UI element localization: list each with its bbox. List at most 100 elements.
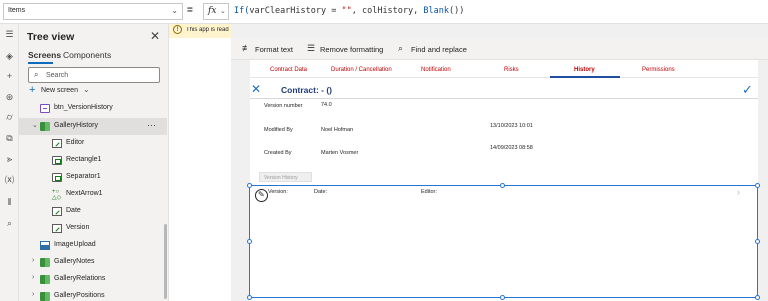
equals-sign: = [187,5,193,16]
database-icon[interactable]: ⌭ [3,111,16,124]
chevron-right-icon[interactable]: › [32,274,34,281]
resize-handle[interactable] [500,295,505,300]
format-text-icon: ≢ [242,43,251,53]
tree-node-date[interactable]: Date [19,203,167,220]
tree-node-galleryrelations[interactable]: › GalleryRelations [19,271,167,288]
formula-input[interactable]: If(varClearHistory = "", colHistory, Bla… [234,6,464,16]
fx-button[interactable]: fx ⌄ [203,3,229,20]
tab-notification[interactable]: Notification [421,67,451,73]
contract-title: Contract: - () [281,85,332,95]
tree-node-gallerynotes[interactable]: › GalleryNotes [19,254,167,271]
edit-template-icon[interactable]: ✎ [255,189,268,202]
tab-components[interactable]: Components [63,50,111,60]
left-rail: ☰ ◈ + ⊛ ⌭ ⧉ ⪢ ⒳ ⦀ ⌕ [0,24,19,301]
tab-risks[interactable]: Risks [504,67,519,73]
active-tab-indicator [550,76,620,78]
version-history-label: Version History [264,175,298,181]
power-automate-icon[interactable]: ⪢ [3,153,16,166]
tab-duration-cancellation[interactable]: Duration / Cancellation [331,67,392,73]
chevron-down-icon: ⌄ [83,85,90,94]
close-icon[interactable]: ✕ [150,29,160,43]
property-dropdown[interactable]: Items ⌄ [3,3,183,20]
format-text-label: Format text [255,45,293,54]
gallery-version-label: Version: [268,189,288,195]
resize-handle[interactable] [755,239,760,244]
tree-node-label: Date [66,207,81,214]
gallery-icon [40,292,50,301]
warning-text: This app is read [186,27,229,33]
tree-node-label: Rectangle1 [66,156,102,163]
chevron-right-icon[interactable]: › [32,257,34,264]
resize-handle[interactable] [247,239,252,244]
tree-view-title: Tree view [27,31,75,43]
tree-node-label: Version [66,224,90,231]
tree-node-separator1[interactable]: Separator1 [19,169,167,186]
tree-view-icon[interactable]: ☰ [3,28,16,41]
fx-label: fx [208,6,217,16]
formula-token: varClearHistory = [249,6,342,16]
gallery-history[interactable]: Version: Date: Editor: › ✎ [249,185,758,298]
tab-screens[interactable]: Screens [28,50,61,60]
tree-node-label: Separator1 [66,173,101,180]
form-header: ✕ Contract: - () ✓ [250,82,758,98]
next-arrow-icon: +○ △◇ [52,189,62,201]
edit-icon [52,139,62,148]
media-icon[interactable]: ⧉ [3,132,16,145]
property-value: Items [8,7,26,14]
resize-handle[interactable] [247,295,252,300]
format-toolbar: ≢ Format text ☰ Remove formatting ⌕ Find… [231,38,768,60]
data-icon[interactable]: ⊛ [3,91,16,104]
search-icon[interactable]: ⌕ [3,217,16,230]
tree-node-label: GalleryPositions [54,292,105,299]
tree-node-gallerypositions[interactable]: › GalleryPositions [19,288,167,301]
formula-token: If( [234,6,250,16]
search-input[interactable]: ⌕ Search [28,67,160,83]
tree-node-rectangle1[interactable]: Rectangle1 [19,152,167,169]
tree-node-btn-versionhistory[interactable]: btn_VersionHistory [19,100,167,117]
tab-history[interactable]: History [574,67,595,73]
tree-node-version[interactable]: Version [19,220,167,237]
tree-node-label: NextArrow1 [66,190,103,197]
tree-node-editor[interactable]: Editor [19,135,167,152]
plus-icon: + [29,84,36,96]
layers-icon[interactable]: ◈ [3,50,16,63]
checkmark-icon[interactable]: ✓ [742,82,753,98]
field-value-modified-date: 13/10/2023 10:01 [490,123,533,129]
resize-handle[interactable] [247,183,252,188]
chevron-right-icon[interactable]: › [32,291,34,298]
chevron-down-icon[interactable]: ⌄ [32,121,38,129]
tree-view-panel: Tree view ✕ Screens Components ⌕ Search … [19,24,169,301]
field-value-version-number: 74.0 [321,102,332,108]
tree-node-imageupload[interactable]: ImageUpload [19,237,167,254]
advanced-tools-icon[interactable]: ⦀ [3,196,16,209]
find-replace-label: Find and replace [411,45,467,54]
rectangle-icon [52,156,62,165]
next-arrow-icon[interactable]: › [737,187,740,197]
chevron-down-icon: ⌄ [220,8,226,15]
tab-contract-data[interactable]: Contract Data [270,67,307,73]
gallery-row[interactable]: Version: Date: Editor: › [250,186,757,200]
tab-permissions[interactable]: Permissions [642,67,675,73]
separator-icon [52,173,62,182]
resize-handle[interactable] [755,295,760,300]
more-options-icon[interactable]: ··· [147,120,156,130]
tree-scrollbar[interactable] [164,224,167,299]
gallery-date-label: Date: [314,189,328,195]
resize-handle[interactable] [755,183,760,188]
search-icon: ⌕ [398,43,404,53]
button-icon [40,104,50,113]
field-value-created-by: Marten Vosmer [321,150,359,156]
insert-icon[interactable]: + [3,70,16,83]
close-icon[interactable]: ✕ [251,82,261,96]
tree-node-nextarrow1[interactable]: +○ △◇ NextArrow1 [19,186,167,203]
tree-node-galleryhistory[interactable]: ⌄ GalleryHistory ··· [19,118,167,135]
variables-icon[interactable]: ⒳ [3,174,16,187]
remove-formatting-label: Remove formatting [320,45,384,54]
field-value-created-date: 14/09/2023 08:58 [490,145,533,151]
edit-icon [52,207,62,216]
version-history-button[interactable]: Version History [259,172,312,182]
gallery-icon [40,275,50,284]
resize-handle[interactable] [500,183,505,188]
tree-node-label: Editor [66,139,85,146]
tree-node-label: GalleryHistory [54,122,98,129]
